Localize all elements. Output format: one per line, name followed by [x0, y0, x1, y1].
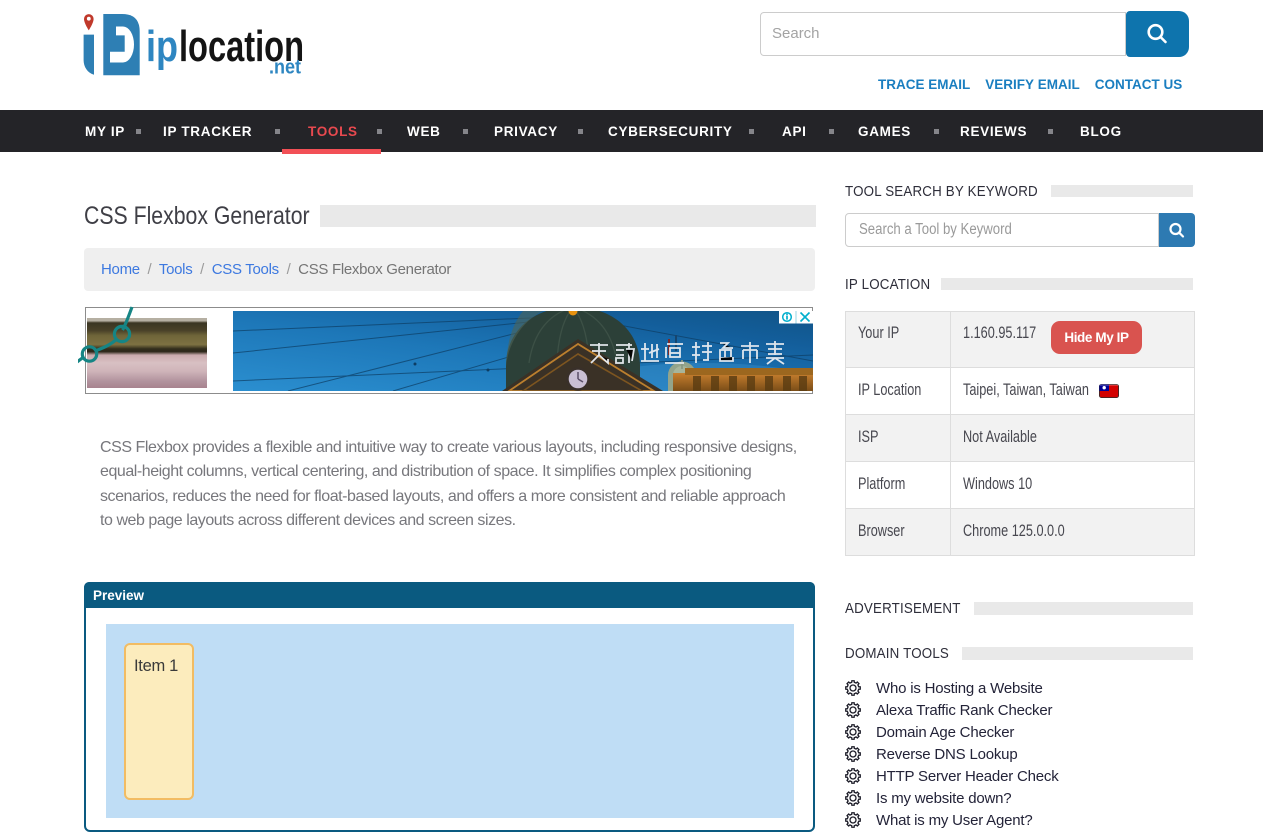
- svg-text:.net: .net: [269, 57, 301, 79]
- svg-text:ip: ip: [146, 22, 178, 71]
